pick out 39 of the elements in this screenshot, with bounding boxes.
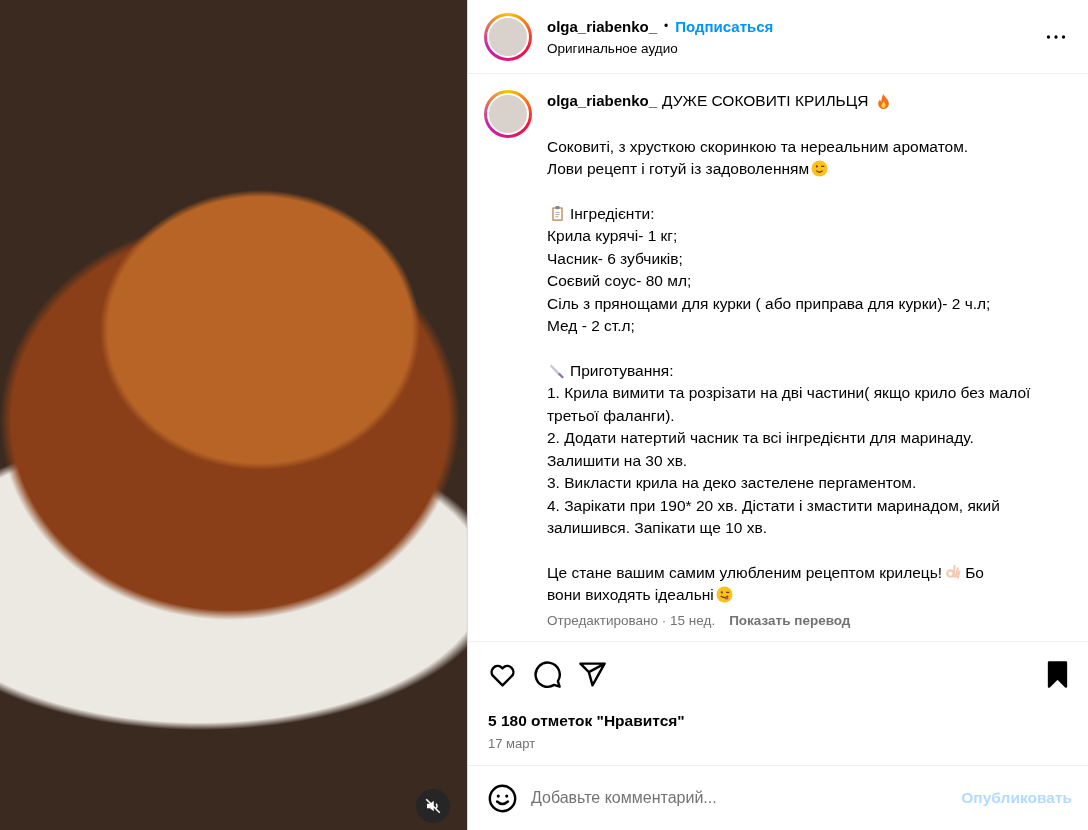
caption-text: Часник- 6 зубчиків; [547,249,683,267]
caption-text: Лови рецепт і готуй із задоволенням [547,160,810,177]
more-options-icon[interactable] [1046,33,1066,40]
caption-text: Мед - 2 ст.л; [547,317,635,334]
hand-gesture-icon [944,563,962,581]
caption-text: 1. Крила вимити та розрізати на дві частини( якщо крило без малої третьої фаланги). [547,384,1031,424]
caption-text: 3. Викласти крила на деко застелене пергаментом. [547,474,917,491]
winking-face-icon [811,160,829,177]
likes-count[interactable]: 5 180 отметок "Нравится" [468,706,1088,730]
post-date[interactable]: 17 март [468,730,1088,766]
tongue-face-icon [715,586,733,603]
avatar[interactable] [484,12,532,61]
edited-label: Отредактировано · 15 нед. [547,611,716,630]
knife-icon [549,361,566,379]
mute-button[interactable] [416,789,450,823]
caption-text: Приготування: [570,361,674,379]
caption-title: ДУЖЕ СОКОВИТІ КРИЛЬЦЯ [662,91,869,111]
caption-text: Це стане вашим самим улюбленим рецептом крилець! [547,563,943,581]
comment-icon[interactable] [533,659,562,689]
share-icon[interactable] [578,659,607,689]
caption-text: Бо [965,563,984,581]
comment-input[interactable]: Добавьте комментарий... [531,785,948,811]
caption-text: 2. Додати натертий часник та всі інгредієнти для маринаду. Залишити на 30 хв. [547,429,974,469]
caption-text: Сіль з прянощами для курки ( або приправа для курки)- 2 ч.л; [547,294,991,312]
caption-text: Соковиті, з хрусткою скоринкою та нереальним ароматом. [547,137,969,155]
speaker-icon [424,797,442,815]
username-link[interactable]: olga_riabenko_ [547,17,658,35]
caption-text: 4. Зарікати при 190* 20 хв. Дістати і змастити маринадом, який залишився. Запікати ще 10 хв. [547,496,1000,536]
clipboard-icon [549,204,566,222]
caption-text: Крила курячі- 1 кг; [547,227,678,244]
caption-text: вони виходять ідеальні [547,586,714,603]
avatar[interactable] [484,90,532,138]
audio-label[interactable]: Оригинальное аудио [547,40,774,56]
caption-text: Соєвий соус- 80 мл; [547,272,692,289]
separator-dot: • [664,19,669,33]
emoji-icon[interactable] [488,783,517,813]
translate-link[interactable]: Показать перевод [729,609,851,632]
caption-text: Інгредієнти: [570,204,655,222]
username-link[interactable]: olga_riabenko_ [547,90,658,113]
